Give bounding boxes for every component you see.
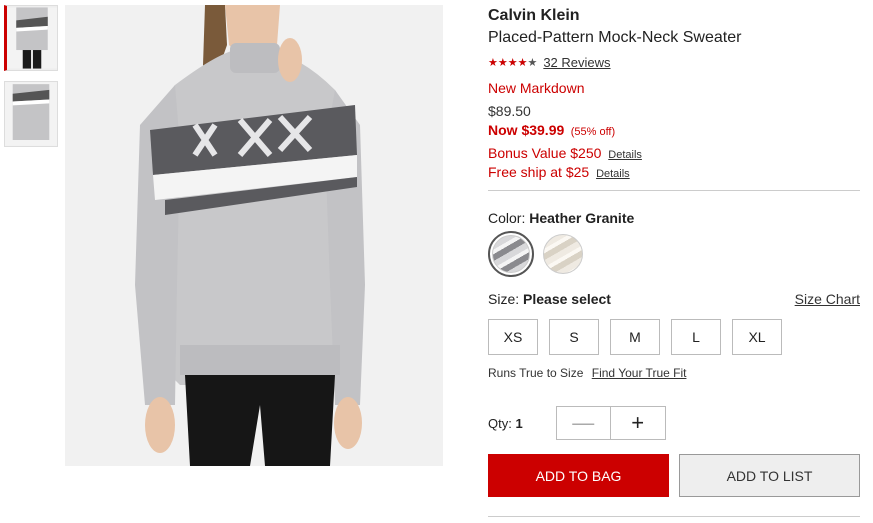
size-option-s[interactable]: S (549, 319, 599, 355)
plus-icon[interactable]: + (610, 407, 665, 439)
sweater-thumbnail-image (5, 82, 57, 146)
filled-stars: ★★★★ (488, 57, 528, 69)
thumbnail-back[interactable] (4, 81, 58, 147)
divider (488, 516, 860, 517)
qty-label-prefix: Qty: (488, 415, 516, 431)
size-option-m[interactable]: M (610, 319, 660, 355)
percent-off: (55% off) (570, 126, 616, 138)
free-ship-details-link[interactable]: Details (596, 168, 630, 180)
swatch-heather-granite-dot (492, 235, 530, 273)
product-main-image[interactable] (65, 5, 443, 466)
color-label: Color: Heather Granite (488, 210, 860, 226)
product-rating: ★★★★★ 32 Reviews (488, 55, 860, 70)
original-price: $89.50 (488, 103, 531, 119)
product-info-panel: Calvin Klein Placed-Pattern Mock-Neck Sw… (488, 6, 860, 517)
sale-price-row: Now $39.99 (55% off) (488, 122, 860, 140)
size-chart-link[interactable]: Size Chart (795, 291, 860, 307)
minus-icon[interactable]: — (556, 407, 611, 439)
swatch-oatmeal[interactable] (540, 231, 586, 277)
size-selected: Please select (523, 291, 611, 307)
size-option-l[interactable]: L (671, 319, 721, 355)
free-ship-text: Free ship at $25 (488, 164, 590, 180)
fit-row: Runs True to Size Find Your True Fit (488, 366, 860, 380)
add-to-list-button[interactable]: ADD TO LIST (679, 454, 860, 497)
size-option-xl[interactable]: XL (732, 319, 782, 355)
quantity-row: Qty: 1 — + (488, 406, 860, 440)
qty-value: 1 (515, 415, 523, 431)
sweater-photo (65, 5, 443, 466)
size-row: Size: Please select Size Chart (488, 291, 860, 307)
quantity-stepper: — + (555, 406, 666, 440)
divider (488, 190, 860, 191)
reviews-link[interactable]: 32 Reviews (543, 55, 610, 70)
bonus-offer: Bonus Value $250 Details (488, 145, 860, 161)
size-label: Size: Please select (488, 291, 611, 307)
size-label-prefix: Size: (488, 291, 524, 307)
star-rating-icon: ★★★★★ (488, 56, 537, 69)
free-ship-offer: Free ship at $25 Details (488, 164, 860, 180)
sweater-thumbnail-image (7, 7, 57, 69)
bonus-text: Bonus Value $250 (488, 145, 602, 161)
thumbnail-list (4, 5, 58, 157)
empty-star: ★ (527, 57, 538, 69)
swatch-oatmeal-dot (543, 234, 583, 274)
swatch-heather-granite[interactable] (488, 231, 534, 277)
size-options: XS S M L XL (488, 319, 860, 355)
true-fit-link[interactable]: Find Your True Fit (592, 366, 687, 380)
qty-label: Qty: 1 (488, 416, 523, 431)
color-label-prefix: Color: (488, 210, 530, 226)
product-title: Placed-Pattern Mock-Neck Sweater (488, 29, 742, 46)
product-brand[interactable]: Calvin Klein (488, 6, 860, 26)
sale-price: Now $39.99 (488, 122, 565, 138)
color-swatches (488, 231, 860, 277)
action-buttons: ADD TO BAG ADD TO LIST (488, 454, 860, 497)
add-to-bag-button[interactable]: ADD TO BAG (488, 454, 669, 497)
markdown-label: New Markdown (488, 80, 585, 96)
thumbnail-front[interactable] (4, 5, 58, 71)
size-option-xs[interactable]: XS (488, 319, 538, 355)
selected-color: Heather Granite (529, 210, 635, 226)
bonus-details-link[interactable]: Details (608, 149, 642, 161)
fit-text: Runs True to Size (488, 366, 584, 380)
